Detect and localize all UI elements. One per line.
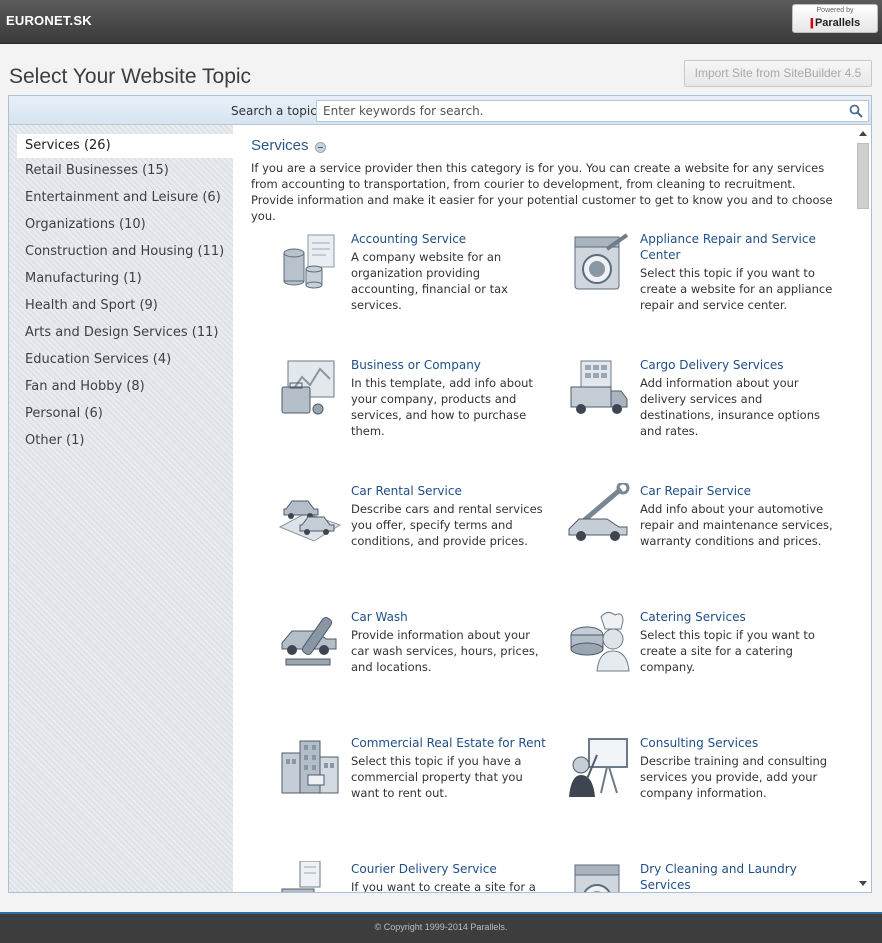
scroll-down-icon[interactable] [859, 881, 867, 886]
footer: © Copyright 1999-2014 Parallels. [0, 912, 882, 943]
vendor-logo: || Parallels [793, 17, 877, 29]
presenter-icon [569, 738, 628, 797]
topic-content: Services If you are a service provider t… [233, 125, 855, 892]
top-bar: EURONET.SK Powered by || Parallels [0, 0, 882, 44]
courier-icon [281, 861, 321, 892]
laundry-icon [574, 864, 620, 892]
sidebar-item-other[interactable]: Other (1) [17, 429, 233, 453]
search-icon[interactable] [849, 104, 863, 118]
topic-tile[interactable]: Accounting Service A company website for… [278, 231, 558, 341]
wrench-car-icon [568, 483, 630, 541]
topic-tile[interactable]: Car Rental Service Describe cars and ren… [278, 483, 558, 593]
search-box[interactable] [316, 100, 869, 122]
search-label: Search a topic [231, 104, 317, 118]
category-title: Services [251, 137, 309, 154]
topic-tile[interactable]: Commercial Real Estate for Rent Select t… [278, 735, 558, 845]
topic-description: A company website for an organization pr… [351, 250, 508, 312]
topic-name-link[interactable]: Catering Services [640, 609, 840, 625]
topic-name-link[interactable]: Commercial Real Estate for Rent [351, 735, 551, 751]
topic-name-link[interactable]: Dry Cleaning and Laundry Services [640, 861, 840, 892]
brand-title: EURONET.SK [6, 13, 92, 28]
topic-tile[interactable]: Appliance Repair and Service Center Sele… [567, 231, 847, 341]
buildings-icon [281, 740, 339, 794]
vendor-logo-icon: || [809, 17, 814, 29]
topic-tile[interactable]: Consulting Services Describe training an… [567, 735, 847, 845]
category-description: If you are a service provider then this … [251, 161, 833, 223]
topic-name-link[interactable]: Car Wash [351, 609, 551, 625]
search-bar: Search a topic [9, 96, 871, 125]
sidebar-item-services[interactable]: Services (26) [17, 134, 233, 158]
car-wash-icon [281, 617, 337, 666]
coins-icon [283, 234, 335, 289]
powered-by-label: Powered by [816, 7, 854, 14]
sidebar-item-education[interactable]: Education Services (4) [17, 348, 233, 372]
topic-description: Describe cars and rental services you of… [351, 502, 543, 548]
topic-name-link[interactable]: Courier Delivery Service [351, 861, 551, 877]
vendor-name: Parallels [814, 17, 861, 29]
topic-name-link[interactable]: Cargo Delivery Services [640, 357, 840, 373]
topic-description: Select this topic if you want to create … [640, 628, 815, 674]
topic-name-link[interactable]: Accounting Service [351, 231, 551, 247]
sidebar-item-construction[interactable]: Construction and Housing (11) [17, 240, 233, 264]
cars-icon [278, 500, 342, 542]
topic-name-link[interactable]: Business or Company [351, 357, 551, 373]
topic-description: If you want to create a site for a [351, 880, 536, 892]
import-site-button[interactable]: Import Site from SiteBuilder 4.5 [684, 60, 872, 87]
washing-machine-icon [574, 233, 629, 290]
collapse-icon[interactable] [315, 142, 326, 153]
topic-tile[interactable]: Courier Delivery Service If you want to … [278, 861, 558, 892]
chef-icon [570, 611, 630, 672]
category-sidebar: Services (26) Retail Businesses (15) Ent… [9, 125, 233, 892]
topic-tile[interactable]: Dry Cleaning and Laundry Services [567, 861, 847, 892]
topic-name-link[interactable]: Car Repair Service [640, 483, 840, 499]
topic-description: In this template, add info about your co… [351, 376, 533, 438]
topic-description: Select this topic if you have a commerci… [351, 754, 523, 800]
topic-description: Provide information about your car wash … [351, 628, 539, 674]
topic-description: Add information about your delivery serv… [640, 376, 820, 438]
sidebar-item-arts[interactable]: Arts and Design Services (11) [17, 321, 233, 345]
sidebar-item-organizations[interactable]: Organizations (10) [17, 213, 233, 237]
sidebar-item-manufacturing[interactable]: Manufacturing (1) [17, 267, 233, 291]
content-scrollbar[interactable] [855, 125, 871, 892]
briefcase-icon [281, 360, 335, 415]
scroll-up-icon[interactable] [859, 131, 867, 136]
topic-description: Describe training and consulting service… [640, 754, 828, 800]
topic-tile[interactable]: Cargo Delivery Services Add information … [567, 357, 847, 467]
sidebar-item-health[interactable]: Health and Sport (9) [17, 294, 233, 318]
topic-description: Select this topic if you want to create … [640, 266, 833, 312]
sidebar-item-entertainment[interactable]: Entertainment and Leisure (6) [17, 186, 233, 210]
topic-tile[interactable]: Car Wash Provide information about your … [278, 609, 558, 719]
topic-name-link[interactable]: Consulting Services [640, 735, 840, 751]
sidebar-item-personal[interactable]: Personal (6) [17, 402, 233, 426]
sidebar-item-retail[interactable]: Retail Businesses (15) [17, 159, 233, 183]
truck-icon [570, 360, 628, 414]
powered-by-badge[interactable]: Powered by || Parallels [792, 4, 878, 33]
scroll-thumb[interactable] [857, 143, 869, 209]
search-input[interactable] [323, 103, 843, 119]
topic-tile[interactable]: Car Repair Service Add info about your a… [567, 483, 847, 593]
topic-panel: Search a topic Services (26) Retail Busi… [8, 95, 872, 893]
page-title: Select Your Website Topic [9, 65, 252, 88]
topic-description: Add info about your automotive repair an… [640, 502, 833, 548]
topic-tile[interactable]: Catering Services Select this topic if y… [567, 609, 847, 719]
topic-name-link[interactable]: Car Rental Service [351, 483, 551, 499]
copyright-text: © Copyright 1999-2014 Parallels. [374, 922, 508, 932]
topic-tile[interactable]: Business or Company In this template, ad… [278, 357, 558, 467]
topic-name-link[interactable]: Appliance Repair and Service Center [640, 231, 840, 263]
sidebar-item-fan-hobby[interactable]: Fan and Hobby (8) [17, 375, 233, 399]
